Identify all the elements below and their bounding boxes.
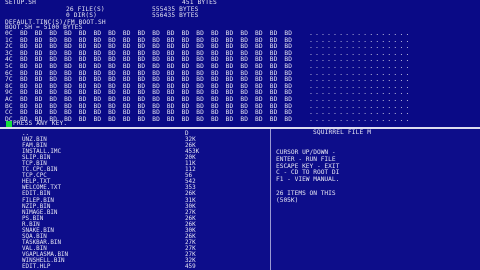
hex-byte: BD bbox=[166, 115, 175, 123]
hex-byte: BD bbox=[284, 115, 293, 123]
hex-byte: BD bbox=[78, 115, 87, 123]
help-panel: CURSOR UP/DOWN - ENTER - RUN FILE ESCAPE K… bbox=[276, 149, 340, 204]
file-list[interactable]: .. D UNZ.BIN 32K FAM.BIN 26K INSTALL.IMC 453K SL… bbox=[22, 131, 262, 270]
hex-byte: BD bbox=[93, 115, 102, 123]
hex-byte: BD bbox=[269, 115, 278, 123]
hex-ascii: ................. bbox=[309, 115, 412, 123]
file-size: 459 bbox=[185, 264, 196, 270]
help-line: (505K) bbox=[276, 196, 299, 204]
panel-divider bbox=[0, 127, 480, 129]
header-title: SETUP.SH bbox=[5, 0, 37, 6]
hex-byte: BD bbox=[240, 115, 249, 123]
file-manager-title: SQUIRREL FILE M bbox=[313, 129, 372, 136]
help-line: F1 - VIEW MANUAL. bbox=[276, 176, 340, 184]
hex-byte: BD bbox=[181, 115, 190, 123]
hex-byte: BD bbox=[122, 115, 131, 123]
hex-byte: BD bbox=[225, 115, 234, 123]
panel-vertical-divider bbox=[270, 129, 271, 270]
console-output: SETUP.SH 451 BYTES 26 FILE(S) 555435 BYT… bbox=[0, 0, 480, 128]
hex-byte: BD bbox=[108, 115, 116, 123]
hex-dump: 0C BD BD BD BD BD BD BD BD BD BD BD BD BD BD BD BD BD BD BD… bbox=[5, 30, 412, 123]
hex-byte: BD bbox=[137, 115, 146, 123]
file-name: EDIT.HLP bbox=[22, 264, 51, 270]
hex-byte: BD bbox=[196, 115, 205, 123]
hex-byte: BD bbox=[255, 115, 263, 123]
file-list-item[interactable]: EDIT.HLP 459 bbox=[22, 264, 262, 270]
hex-byte: BD bbox=[210, 115, 219, 123]
hex-byte: BD bbox=[152, 115, 160, 123]
dirs-bytes: 556435 BYTES bbox=[152, 12, 199, 20]
